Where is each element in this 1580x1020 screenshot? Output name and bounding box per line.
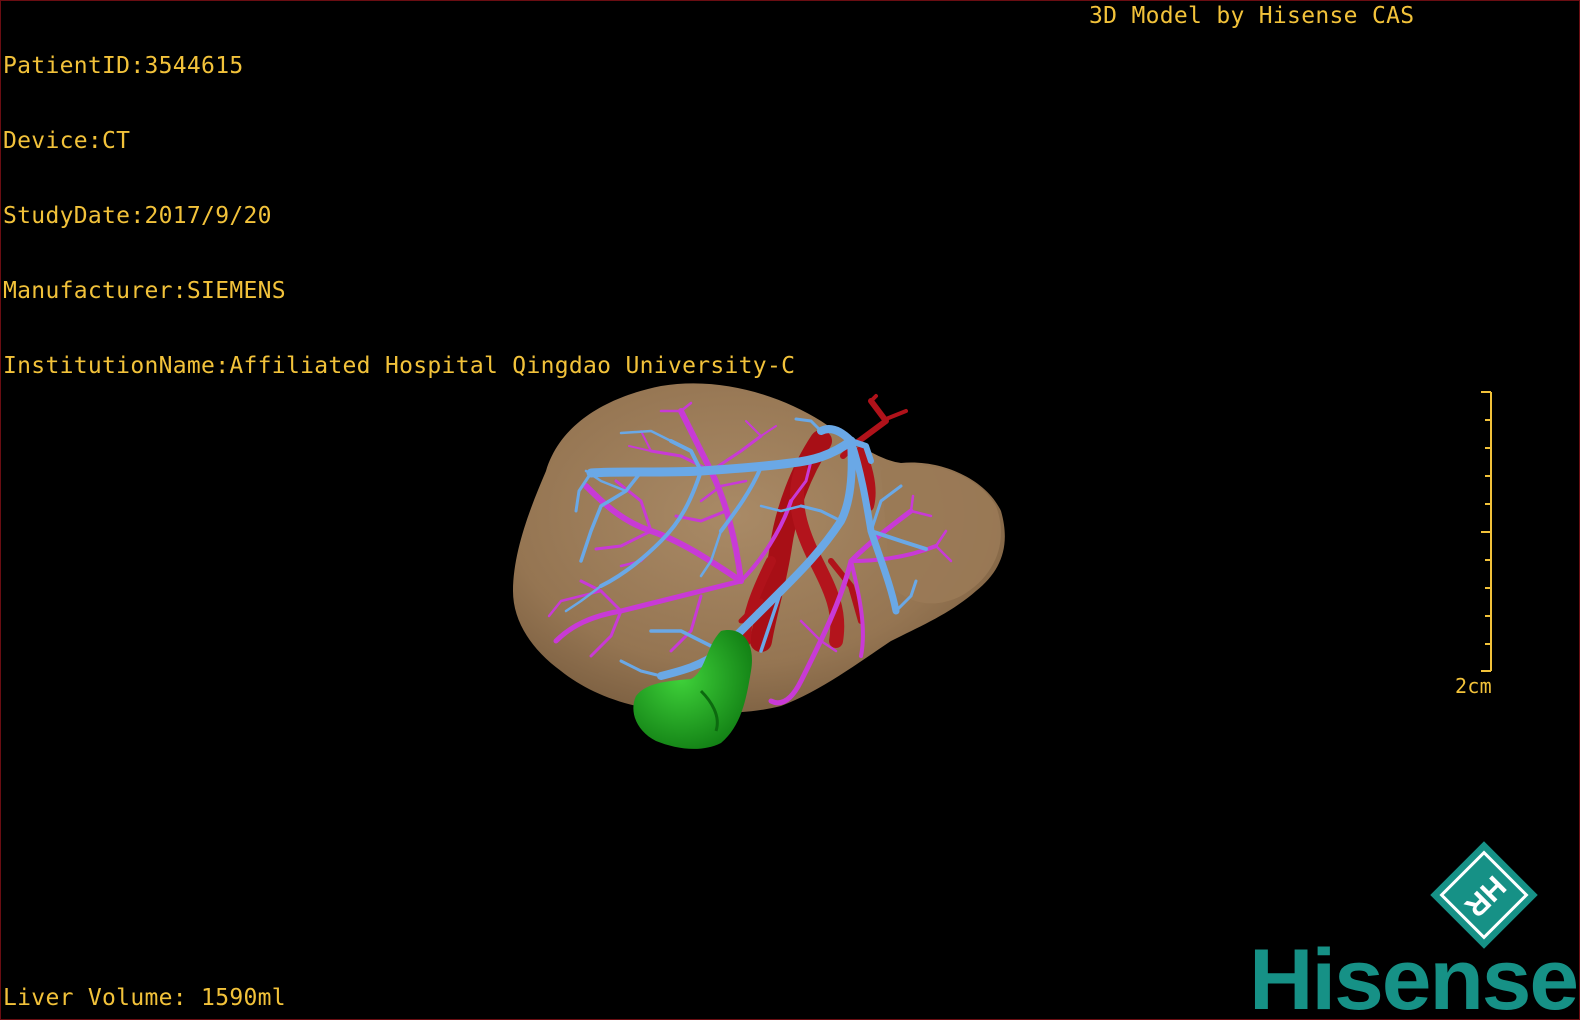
3d-viewport[interactable]: PatientID:3544615 Device:CT StudyDate:20… (0, 0, 1580, 1020)
institution-name: InstitutionName:Affiliated Hospital Qing… (3, 353, 796, 379)
hisense-logo: Hisense (1249, 932, 1579, 1020)
study-date: StudyDate:2017/9/20 (3, 203, 272, 229)
logo-wordmark: Hisense (1249, 932, 1577, 1020)
scale-bar (1481, 391, 1492, 672)
model-brand-label: 3D Model by Hisense CAS (1089, 3, 1415, 29)
liver-volume-label: Liver Volume: 1590ml (3, 985, 286, 1011)
patient-info-block: PatientID:3544615 Device:CT StudyDate:20… (3, 4, 795, 429)
scale-label: 2cm (1455, 674, 1493, 698)
manufacturer: Manufacturer:SIEMENS (3, 278, 286, 304)
device-type: Device:CT (3, 128, 131, 154)
patient-id: PatientID:3544615 (3, 53, 244, 79)
